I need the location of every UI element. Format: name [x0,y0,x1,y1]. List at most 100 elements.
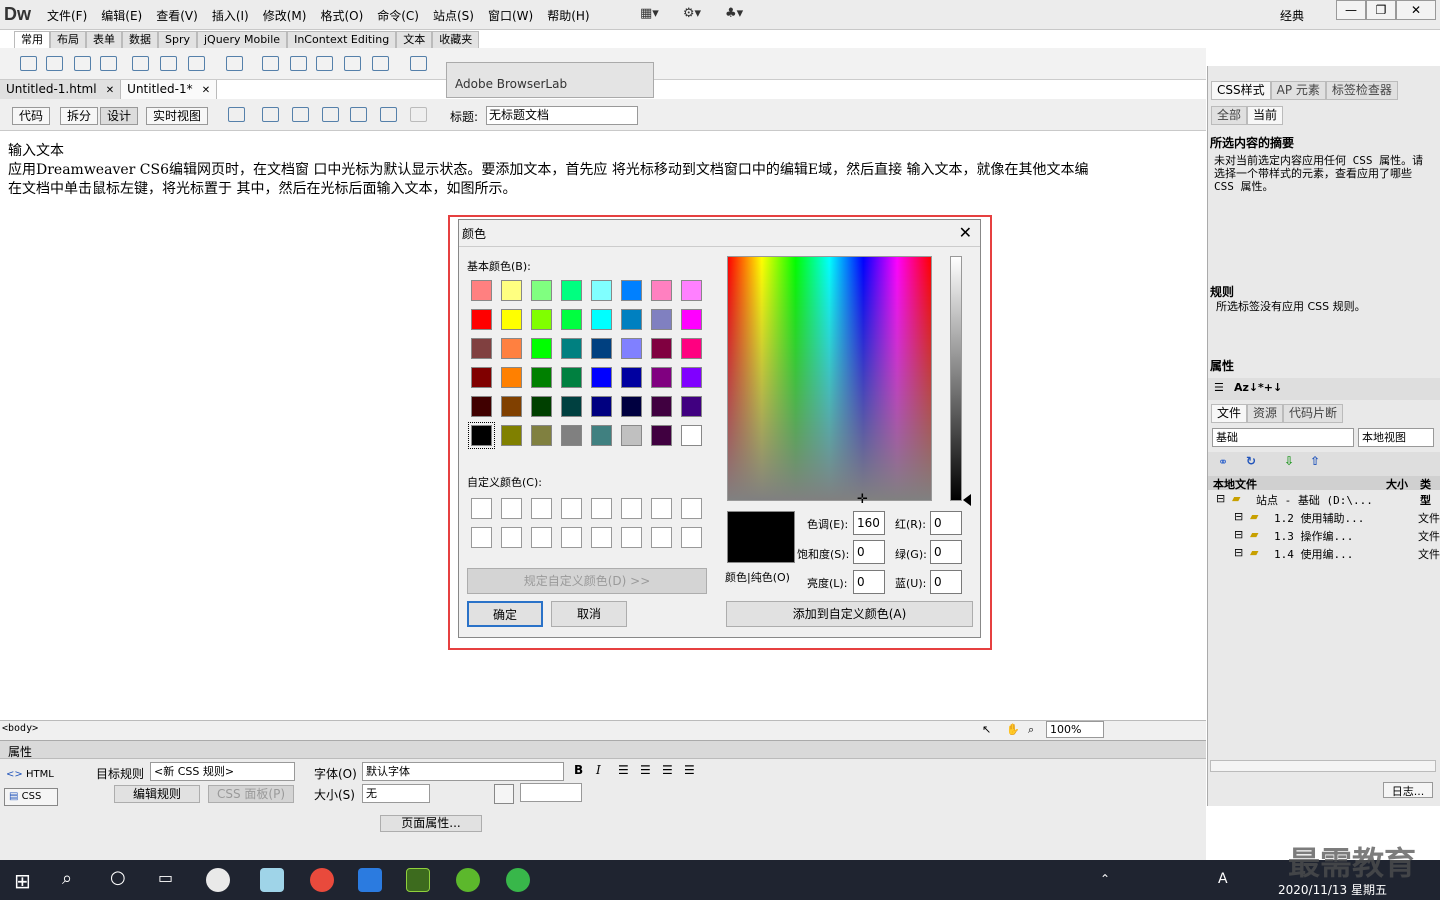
chrome-icon[interactable] [310,868,334,892]
luminance-arrow-icon[interactable] [963,494,971,506]
split-view-button[interactable]: 拆分 [60,107,99,125]
color-swatch[interactable] [561,367,582,388]
ime-indicator[interactable]: A [1218,871,1228,887]
color-spectrum[interactable] [727,256,932,501]
color-swatch[interactable] [591,338,612,359]
color-swatch[interactable] [468,422,495,449]
custom-swatch[interactable] [531,498,552,519]
color-swatch[interactable] [471,367,492,388]
site-icon[interactable]: ♣▾ [725,6,743,21]
dreamweaver-icon[interactable] [406,868,430,892]
app-icon[interactable] [206,868,230,892]
sort-az-icon[interactable]: Az↓ [1234,381,1258,394]
menu-item[interactable]: 查看(V) [149,7,205,24]
files-scrollbar[interactable] [1210,760,1436,772]
site-select[interactable]: 基础 [1212,428,1354,447]
menu-item[interactable]: 插入(I) [205,7,256,24]
edit-rule-button[interactable]: 编辑规则 [114,785,200,803]
color-swatch[interactable] [651,338,672,359]
layout-icon[interactable]: ▦▾ [640,6,659,21]
melon-icon[interactable] [456,868,480,892]
insert-tab[interactable]: Spry [158,31,197,48]
color-swatch[interactable] [561,396,582,417]
insert-tab[interactable]: InContext Editing [287,31,397,48]
refresh-files-icon[interactable]: ↻ [1246,454,1256,468]
color-swatch[interactable] [471,309,492,330]
browser-icon[interactable] [506,868,530,892]
color-swatch[interactable] [561,338,582,359]
color-swatch[interactable] [621,396,642,417]
file-panel-tab[interactable]: 代码片断 [1283,404,1344,423]
design-view-button[interactable]: 设计 [100,107,139,125]
check-browser-icon[interactable] [350,107,367,122]
insert-tab[interactable]: 常用 [14,31,50,48]
menu-item[interactable]: 帮助(H) [540,7,596,24]
color-swatch[interactable] [621,309,642,330]
css-panel-tab[interactable]: 标签检查器 [1325,81,1398,100]
log-button[interactable]: 日志... [1383,782,1433,798]
color-swatch[interactable] [591,367,612,388]
lum-input[interactable]: 0 [853,570,885,594]
bold-icon[interactable]: B [574,763,583,777]
refresh-icon[interactable] [410,107,427,122]
zoom-select[interactable]: 100% [1046,721,1104,738]
html-mode-button[interactable]: <> HTML [6,769,54,780]
media-icon[interactable] [226,56,243,71]
set-props-icon[interactable]: *+↓ [1258,381,1282,394]
insert-tab[interactable]: 文本 [396,31,433,48]
document-tab[interactable]: Untitled-1.html ✕ [0,80,122,99]
custom-swatch[interactable] [591,498,612,519]
preview-icon[interactable] [262,107,279,122]
green-input[interactable]: 0 [930,540,962,564]
color-swatch[interactable] [651,280,672,301]
color-swatch[interactable] [651,367,672,388]
color-swatch[interactable] [621,338,642,359]
image-icon[interactable] [188,56,205,71]
cancel-button[interactable]: 取消 [551,601,627,627]
color-swatch[interactable] [651,396,672,417]
server-icon[interactable] [316,56,333,71]
color-swatch[interactable] [471,280,492,301]
comment-icon[interactable] [344,56,361,71]
color-swatch[interactable] [681,425,702,446]
custom-swatch[interactable] [621,527,642,548]
size-select[interactable]: 无 [362,784,430,803]
color-swatch[interactable] [501,425,522,446]
insert-tab[interactable]: jQuery Mobile [197,31,288,48]
tree-label[interactable]: 1.3 操作编... [1274,528,1353,544]
visual-aids-icon[interactable] [380,107,397,122]
custom-swatch[interactable] [561,498,582,519]
custom-swatch[interactable] [681,527,702,548]
head-icon[interactable] [372,56,389,71]
code-view-button[interactable]: 代码 [12,107,51,125]
ok-button[interactable]: 确定 [467,601,543,627]
color-swatch[interactable] [621,367,642,388]
add-custom-button[interactable]: 添加到自定义颜色(A) [726,601,973,627]
color-swatch[interactable] [531,425,552,446]
widget-icon[interactable] [262,56,279,71]
view-select[interactable]: 本地视图 [1358,428,1434,447]
tree-label[interactable]: 1.4 使用编... [1274,546,1353,562]
color-swatch[interactable] [531,309,552,330]
hyperlink-icon[interactable] [20,56,37,71]
color-swatch[interactable] [681,309,702,330]
color-swatch[interactable] [501,396,522,417]
custom-swatch[interactable] [501,498,522,519]
search-icon[interactable]: ⌕ [62,868,72,889]
custom-swatch[interactable] [471,527,492,548]
template-icon[interactable] [410,56,427,71]
tree-label[interactable]: 站点 - 基础 (D:\... [1256,492,1373,508]
custom-swatch[interactable] [681,498,702,519]
color-swatch[interactable] [531,367,552,388]
align-left-icon[interactable]: ☰ [618,763,629,777]
menu-item[interactable]: 站点(S) [426,7,481,24]
color-swatch[interactable] [591,280,612,301]
close-icon[interactable]: ✕ [199,85,210,96]
tree-expander-icon[interactable]: ⊟ [1234,528,1243,541]
custom-swatch[interactable] [651,498,672,519]
tree-expander-icon[interactable]: ⊟ [1234,546,1243,559]
color-swatch[interactable] [621,425,642,446]
mode-all-tab[interactable]: 全部 [1211,106,1248,125]
gear-icon[interactable]: ⚙▾ [683,6,701,21]
target-rule-select[interactable]: <新 CSS 规则> [150,762,295,781]
